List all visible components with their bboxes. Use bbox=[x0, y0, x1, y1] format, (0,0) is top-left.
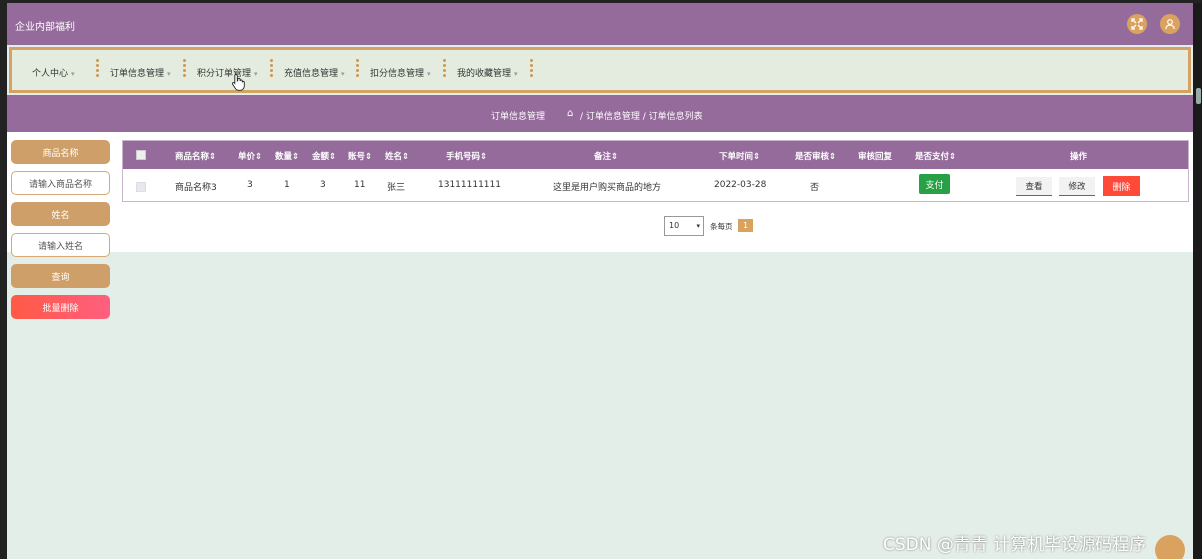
nav-divider bbox=[183, 58, 186, 78]
pay-button[interactable]: 支付 bbox=[919, 174, 950, 194]
cell-note: 这里是用户购买商品的地方 bbox=[553, 183, 662, 193]
page-size-select[interactable]: 10 ▾ bbox=[664, 216, 704, 236]
delete-button[interactable]: 删除 bbox=[1103, 176, 1140, 196]
nav-item-label: 扣分信息管理 bbox=[370, 69, 425, 79]
nav-item-label: 我的收藏管理 bbox=[457, 69, 512, 79]
nav-item-favorites[interactable]: 我的收藏管理 ▾ bbox=[457, 66, 518, 79]
breadcrumb: / 订单信息管理 / 订单信息列表 bbox=[580, 112, 703, 122]
scrollbar[interactable] bbox=[1196, 88, 1201, 104]
page-number-button[interactable]: 1 bbox=[738, 219, 753, 232]
column-header[interactable]: 金额⇕ bbox=[312, 150, 336, 162]
column-header[interactable]: 手机号码⇕ bbox=[446, 150, 487, 162]
nav-item-points-order[interactable]: 积分订单管理 ▾ bbox=[197, 66, 258, 79]
floating-action-button[interactable] bbox=[1155, 535, 1185, 559]
chevron-down-icon: ▾ bbox=[167, 70, 171, 78]
column-header[interactable]: 下单时间⇕ bbox=[719, 150, 760, 162]
cell-product: 商品名称3 bbox=[175, 183, 217, 193]
cell-phone: 13111111111 bbox=[438, 180, 501, 190]
watermark: CSDN @青青 计算机毕设源码程序 bbox=[883, 535, 1147, 555]
column-header[interactable]: 单价⇕ bbox=[238, 150, 262, 162]
chevron-down-icon: ▾ bbox=[514, 70, 518, 78]
chevron-down-icon: ▾ bbox=[71, 70, 75, 78]
cell-amount: 3 bbox=[320, 180, 326, 190]
nav-item-label: 订单信息管理 bbox=[110, 69, 165, 79]
product-name-input[interactable]: 请输入商品名称 bbox=[11, 171, 110, 195]
top-bar: 企业内部福利 bbox=[7, 3, 1193, 45]
column-header[interactable]: 账号⇕ bbox=[348, 150, 372, 162]
nav-item-recharge-info[interactable]: 充值信息管理 ▾ bbox=[284, 66, 345, 79]
view-button[interactable]: 查看 bbox=[1016, 177, 1052, 196]
nav-divider bbox=[356, 58, 359, 78]
column-header[interactable]: 数量⇕ bbox=[275, 150, 299, 162]
bulk-delete-button[interactable]: 批量删除 bbox=[11, 295, 110, 319]
column-header[interactable]: 姓名⇕ bbox=[385, 150, 409, 162]
name-input[interactable]: 请输入姓名 bbox=[11, 233, 110, 257]
nav-divider bbox=[443, 58, 446, 78]
user-glyph bbox=[1165, 19, 1175, 30]
select-all-checkbox[interactable] bbox=[136, 150, 146, 160]
nav-item-deduction-info[interactable]: 扣分信息管理 ▾ bbox=[370, 66, 431, 79]
product-name-label: 商品名称 bbox=[11, 140, 110, 164]
edit-button[interactable]: 修改 bbox=[1059, 177, 1095, 196]
nav-menu: 个人中心 ▾ 订单信息管理 ▾ 积分订单管理 ▾ 充值信息管理 ▾ 扣分信息管理 ▾ 我的… bbox=[9, 47, 1191, 93]
column-header: 审核回复 bbox=[858, 152, 893, 162]
query-button[interactable]: 查询 bbox=[11, 264, 110, 288]
table-header: 商品名称⇕ 单价⇕ 数量⇕ 金额⇕ 账号⇕ 姓名⇕ 手机号码⇕ 备注⇕ 下单时间… bbox=[123, 141, 1188, 169]
cell-name: 张三 bbox=[387, 183, 406, 193]
cell-qty: 1 bbox=[284, 180, 290, 190]
column-header[interactable]: 是否审核⇕ bbox=[795, 150, 836, 162]
column-header[interactable]: 备注⇕ bbox=[594, 150, 618, 162]
nav-item-label: 充值信息管理 bbox=[284, 69, 339, 79]
cell-order-time: 2022-03-28 bbox=[714, 180, 767, 190]
app-window: 企业内部福利 个人中心▾ 订单信息管理▾ 积分订单管理▾ 充值信息管理▾ bbox=[7, 3, 1193, 559]
page-title: 订单信息管理 bbox=[491, 112, 546, 122]
chevron-down-icon: ▾ bbox=[254, 70, 258, 78]
cell-reviewed: 否 bbox=[810, 183, 820, 193]
column-header[interactable]: 商品名称⇕ bbox=[175, 150, 216, 162]
nav-item-label: 个人中心 bbox=[32, 69, 69, 79]
app-title: 企业内部福利 bbox=[15, 22, 75, 33]
name-label: 姓名 bbox=[11, 202, 110, 226]
hand-cursor-icon bbox=[231, 74, 245, 91]
breadcrumb-band: 订单信息管理 ⌂ / 订单信息管理 / 订单信息列表 bbox=[7, 95, 1193, 132]
cell-price: 3 bbox=[247, 180, 253, 190]
orders-table: 商品名称⇕ 单价⇕ 数量⇕ 金额⇕ 账号⇕ 姓名⇕ 手机号码⇕ 备注⇕ 下单时间… bbox=[122, 140, 1189, 202]
nav-divider bbox=[530, 58, 533, 78]
cell-account: 11 bbox=[354, 180, 366, 190]
fullscreen-glyph bbox=[1131, 18, 1143, 30]
user-icon[interactable] bbox=[1160, 14, 1180, 34]
nav-item-order-info[interactable]: 订单信息管理 ▾ bbox=[110, 66, 171, 79]
nav-divider bbox=[96, 58, 99, 78]
chevron-down-icon: ▾ bbox=[341, 70, 345, 78]
column-header[interactable]: 是否支付⇕ bbox=[915, 150, 956, 162]
page-size-value: 10 bbox=[669, 221, 680, 230]
window-edge bbox=[1193, 3, 1202, 559]
nav-item-personal-center[interactable]: 个人中心 ▾ bbox=[32, 66, 75, 79]
home-icon[interactable]: ⌂ bbox=[567, 108, 573, 119]
row-checkbox[interactable] bbox=[136, 182, 146, 192]
chevron-down-icon: ▾ bbox=[696, 222, 700, 230]
per-page-label: 条每页 bbox=[710, 222, 733, 231]
fullscreen-icon[interactable] bbox=[1127, 14, 1147, 34]
nav-divider bbox=[270, 58, 273, 78]
column-header: 操作 bbox=[1070, 152, 1088, 162]
chevron-down-icon: ▾ bbox=[427, 70, 431, 78]
